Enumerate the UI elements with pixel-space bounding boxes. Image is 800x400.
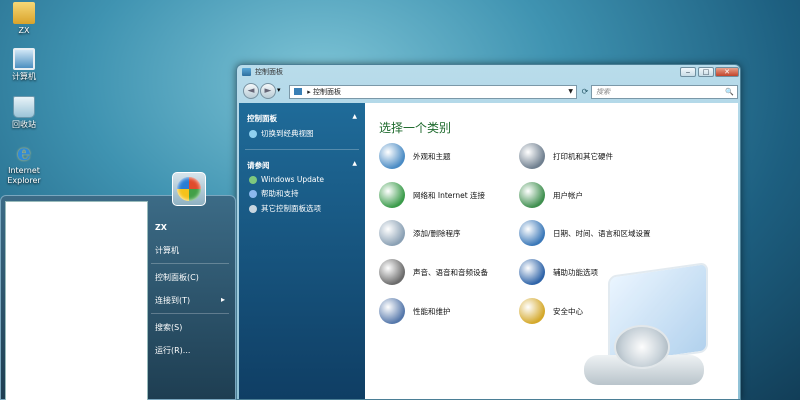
internet-explorer-icon: e: [17, 140, 31, 166]
link-label: 帮助和支持: [261, 189, 299, 198]
window-title: 控制面板: [255, 68, 283, 76]
forward-button[interactable]: ►: [260, 83, 276, 99]
address-separator: ▸: [307, 88, 311, 96]
desktop-icon-label: 计算机: [12, 72, 36, 81]
address-bar[interactable]: ▸ 控制面板 ▼: [289, 85, 577, 99]
category-printers[interactable]: 打印机和其它硬件: [519, 143, 613, 169]
link-label: 切换到经典视图: [261, 129, 314, 138]
category-view: 选择一个类别 外观和主题 网络和 Internet 连接 添加/删除程序 声音、…: [365, 103, 738, 399]
control-panel-watermark-icon: [584, 261, 714, 389]
refresh-icon[interactable]: ⟳: [579, 85, 591, 99]
submenu-arrow-icon: ▸: [221, 295, 226, 304]
category-label: 性能和维护: [413, 306, 451, 316]
category-label: 日期、时间、语言和区域设置: [553, 228, 651, 238]
start-item-user[interactable]: ZX: [155, 223, 167, 232]
link-help-support[interactable]: 帮助和支持: [249, 188, 357, 199]
category-label: 网络和 Internet 连接: [413, 190, 486, 200]
start-item-run[interactable]: 运行(R)...: [155, 345, 190, 356]
navigation-bar: ◄ ► ▾ ▸ 控制面板 ▼ ⟳ 搜索 🔍: [239, 82, 738, 102]
performance-icon: [379, 298, 405, 324]
category-label: 安全中心: [553, 306, 583, 316]
link-windows-update[interactable]: Windows Update: [249, 175, 357, 184]
desktop-icon-label: 回收站: [12, 120, 36, 129]
category-security-center[interactable]: 安全中心: [519, 298, 583, 324]
link-label: 其它控制面板选项: [261, 204, 321, 213]
category-label: 用户帐户: [553, 190, 583, 200]
control-panel-icon: [294, 88, 302, 95]
category-label: 添加/删除程序: [413, 228, 461, 238]
see-also-title: 请参阅: [247, 161, 270, 170]
search-placeholder: 搜索: [596, 88, 610, 96]
task-pane: 控制面板 ▲ 切换到经典视图 请参阅 ▲ Windows Update 帮助和支…: [239, 103, 365, 399]
back-button[interactable]: ◄: [243, 83, 259, 99]
network-icon: [379, 182, 405, 208]
link-label: Windows Update: [261, 175, 325, 184]
category-performance[interactable]: 性能和维护: [379, 298, 451, 324]
programs-icon: [379, 220, 405, 246]
divider: [151, 313, 229, 314]
close-button[interactable]: ✕: [715, 67, 739, 77]
category-appearance[interactable]: 外观和主题: [379, 143, 451, 169]
start-item-search[interactable]: 搜索(S): [155, 322, 182, 333]
users-icon: [519, 182, 545, 208]
link-classic-view[interactable]: 切换到经典视图: [249, 128, 357, 139]
recycle-bin-icon: [13, 96, 35, 118]
category-sound[interactable]: 声音、语音和音频设备: [379, 259, 488, 285]
category-date-time-region[interactable]: 日期、时间、语言和区域设置: [519, 220, 651, 246]
options-icon: [249, 204, 257, 213]
desktop-icon-recycle-bin[interactable]: 回收站: [0, 96, 48, 130]
desktop-icon-internet-explorer[interactable]: e Internet Explorer: [0, 142, 48, 186]
speaker-icon: [379, 259, 405, 285]
windows-update-icon: [249, 175, 257, 184]
history-dropdown-icon[interactable]: ▾: [277, 86, 281, 94]
divider: [151, 263, 229, 264]
maximize-button[interactable]: □: [698, 67, 714, 77]
title-bar[interactable]: 控制面板 ‒ □ ✕: [237, 65, 740, 79]
category-label: 外观和主题: [413, 151, 451, 161]
appearance-icon: [379, 143, 405, 169]
help-icon: [249, 189, 257, 198]
printer-icon: [519, 143, 545, 169]
start-item-control-panel[interactable]: 控制面板(C): [155, 272, 199, 283]
see-also-heading: 请参阅 ▲: [247, 160, 357, 171]
page-title: 选择一个类别: [379, 121, 452, 135]
task-pane-heading: 控制面板 ▲: [247, 113, 357, 124]
start-menu-programs-pane: [5, 201, 148, 400]
dial-graphic: [614, 325, 670, 369]
desktop-icon-label: Internet Explorer: [7, 166, 41, 185]
chevron-up-icon[interactable]: ▲: [352, 160, 357, 167]
divider: [245, 149, 359, 150]
start-orb-button[interactable]: [172, 172, 206, 206]
category-label: 声音、语音和音频设备: [413, 267, 488, 277]
control-panel-icon: [242, 68, 251, 76]
desktop-icon-zx[interactable]: ZX: [0, 2, 48, 36]
desktop-icon-computer[interactable]: 计算机: [0, 48, 48, 82]
task-pane-title: 控制面板: [247, 114, 277, 123]
control-panel-window: 控制面板 ‒ □ ✕ ◄ ► ▾ ▸ 控制面板 ▼ ⟳ 搜索 🔍 控制面板 ▲ …: [236, 64, 741, 400]
minimize-button[interactable]: ‒: [680, 67, 696, 77]
chevron-up-icon[interactable]: ▲: [352, 113, 357, 120]
desktop-icon-label: ZX: [18, 26, 30, 35]
category-label: 打印机和其它硬件: [553, 151, 613, 161]
search-input[interactable]: 搜索 🔍: [591, 85, 738, 99]
start-menu: ZX 计算机 控制面板(C) 连接到(T) ▸ 搜索(S) 运行(R)...: [0, 195, 236, 400]
address-text: 控制面板: [312, 88, 341, 96]
computer-icon: [13, 48, 35, 70]
chevron-down-icon[interactable]: ▼: [568, 86, 573, 98]
start-item-computer[interactable]: 计算机: [155, 245, 179, 256]
accessibility-icon: [519, 259, 545, 285]
start-item-connect-to[interactable]: 连接到(T): [155, 295, 190, 306]
category-user-accounts[interactable]: 用户帐户: [519, 182, 583, 208]
link-other-options[interactable]: 其它控制面板选项: [249, 203, 357, 214]
folder-icon: [13, 2, 35, 24]
globe-calendar-icon: [519, 220, 545, 246]
category-add-remove-programs[interactable]: 添加/删除程序: [379, 220, 461, 246]
security-shield-icon: [519, 298, 545, 324]
windows-logo-icon: [177, 177, 201, 201]
search-icon[interactable]: 🔍: [725, 86, 734, 98]
category-network[interactable]: 网络和 Internet 连接: [379, 182, 485, 208]
classic-view-icon: [249, 129, 257, 138]
